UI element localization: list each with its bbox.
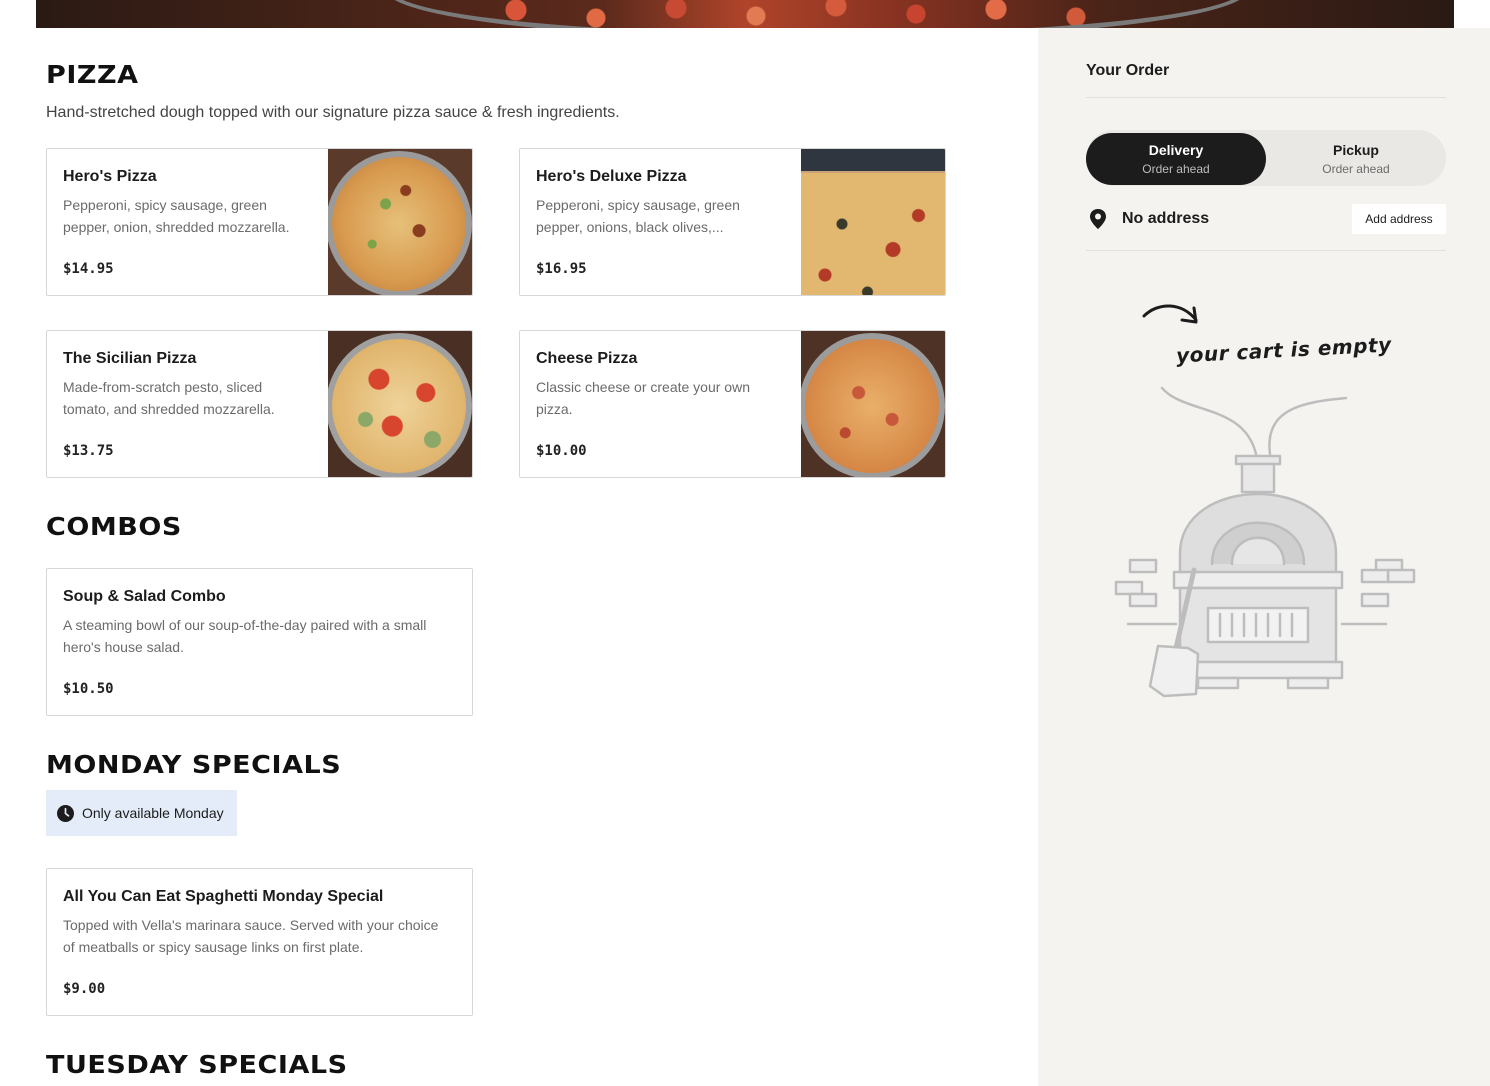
hero-image (36, 0, 1454, 28)
availability-badge: Only available Monday (46, 790, 237, 836)
item-price: $13.75 (63, 443, 114, 459)
item-price: $10.00 (536, 443, 587, 459)
item-name: Soup & Salad Combo (63, 588, 226, 605)
item-name: The Sicilian Pizza (63, 350, 197, 367)
menu-item-card[interactable]: Hero's Pizza Pepperoni, spicy sausage, g… (46, 148, 473, 296)
item-price: $9.00 (63, 981, 106, 997)
item-description: A steaming bowl of our soup-of-the-day p… (63, 617, 427, 655)
section-title-pizza: PIZZA (46, 60, 139, 89)
item-name: Cheese Pizza (536, 350, 638, 367)
divider (1086, 97, 1446, 98)
item-price: $14.95 (63, 261, 114, 277)
clock-icon (57, 804, 74, 822)
order-sidebar: Your Order Delivery Order ahead Pickup O… (1038, 28, 1490, 1086)
delivery-sublabel: Order ahead (1142, 162, 1210, 176)
menu-item-card[interactable]: Hero's Deluxe Pizza Pepperoni, spicy sau… (519, 148, 946, 296)
menu-item-card[interactable]: Cheese Pizza Classic cheese or create yo… (519, 330, 946, 478)
item-description: Topped with Vella's marinara sauce. Serv… (63, 917, 439, 955)
item-description: Classic cheese or create your own pizza. (536, 379, 750, 417)
menu-content: PIZZA Hand-stretched dough topped with o… (0, 28, 1038, 1086)
section-title-combos: COMBOS (46, 512, 182, 541)
item-name: Hero's Deluxe Pizza (536, 168, 687, 185)
empty-cart-message: your cart is empty (1175, 332, 1393, 368)
address-row: No address Add address (1086, 204, 1446, 234)
section-title-tuesday-specials: TUESDAY SPECIALS (46, 1050, 348, 1079)
item-photo (328, 149, 472, 295)
menu-item-card[interactable]: Soup & Salad Combo A steaming bowl of ou… (46, 568, 473, 716)
pickup-option[interactable]: Pickup Order ahead (1266, 133, 1446, 185)
item-description: Pepperoni, spicy sausage, green pepper, … (63, 197, 290, 235)
curved-arrow-icon (1140, 298, 1202, 337)
divider (1086, 250, 1446, 251)
item-price: $16.95 (536, 261, 587, 277)
item-price: $10.50 (63, 681, 114, 697)
item-photo (801, 149, 945, 295)
menu-item-card[interactable]: The Sicilian Pizza Made-from-scratch pes… (46, 330, 473, 478)
fulfillment-toggle: Delivery Order ahead Pickup Order ahead (1086, 130, 1446, 186)
item-description: Made-from-scratch pesto, sliced tomato, … (63, 379, 275, 417)
section-title-monday-specials: MONDAY SPECIALS (46, 750, 342, 779)
location-pin-icon (1088, 208, 1108, 235)
menu-item-card[interactable]: All You Can Eat Spaghetti Monday Special… (46, 868, 473, 1016)
pizza-oven-illustration (1114, 384, 1419, 709)
item-description: Pepperoni, spicy sausage, green pepper, … (536, 197, 740, 235)
item-photo (328, 331, 472, 477)
pickup-label: Pickup (1333, 142, 1379, 158)
address-label: No address (1122, 210, 1210, 227)
availability-text: Only available Monday (82, 805, 224, 821)
item-name: All You Can Eat Spaghetti Monday Special (63, 888, 384, 905)
section-description-pizza: Hand-stretched dough topped with our sig… (46, 104, 620, 121)
item-name: Hero's Pizza (63, 168, 157, 185)
pickup-sublabel: Order ahead (1322, 162, 1390, 176)
add-address-button[interactable]: Add address (1352, 204, 1446, 234)
delivery-label: Delivery (1148, 142, 1204, 158)
delivery-option[interactable]: Delivery Order ahead (1086, 133, 1266, 185)
order-title: Your Order (1086, 62, 1170, 79)
item-photo (801, 331, 945, 477)
